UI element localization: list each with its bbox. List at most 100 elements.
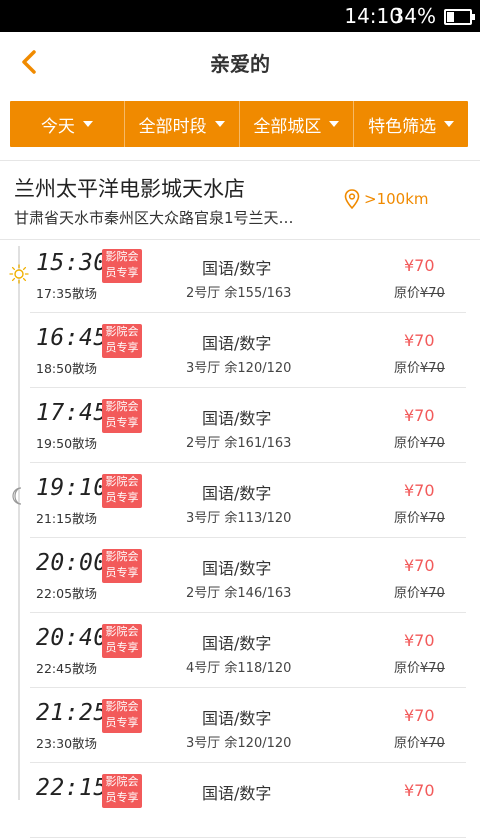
language-format: 国语/数字: [202, 259, 272, 278]
hall-seats: 3号厅 余120/120: [186, 736, 292, 751]
member-badge: 影院会员专享: [102, 249, 142, 283]
end-time: 22:45散场: [36, 661, 98, 676]
original-price-label: 原价: [394, 661, 421, 676]
filter-district[interactable]: 全部城区: [240, 101, 355, 147]
language-format: 国语/数字: [202, 484, 272, 503]
member-badge: 影院会员专享: [102, 549, 142, 583]
showtime-row[interactable]: 22:15 影院会员专享 国语/数字 ¥70: [30, 763, 466, 838]
cinema-name: 兰州太平洋电影城天水店: [14, 177, 245, 201]
caret-down-icon: [329, 121, 340, 127]
moon-icon: [11, 487, 27, 509]
showtime-row[interactable]: 16:45 18:50散场 影院会员专享 国语/数字 3号厅 余120/120 ¥70 原价…: [30, 313, 466, 388]
battery-icon: [444, 9, 475, 25]
location-pin-icon: [344, 189, 360, 209]
filter-timeslot[interactable]: 全部时段: [125, 101, 240, 147]
start-time: 19:10: [36, 475, 108, 501]
price: ¥70: [404, 706, 435, 725]
end-time: 21:15散场: [36, 511, 98, 526]
member-badge: 影院会员专享: [102, 774, 142, 808]
start-time: 20:40: [36, 625, 108, 651]
start-time: 20:00: [36, 550, 108, 576]
start-time: 21:25: [36, 700, 108, 726]
distance-text: >100km: [364, 190, 429, 208]
price: ¥70: [404, 406, 435, 425]
original-price: 原价¥70: [394, 282, 445, 301]
end-time: 22:05散场: [36, 586, 98, 601]
hall-seats: 2号厅 余155/163: [186, 286, 292, 301]
original-price-value: ¥70: [420, 361, 445, 376]
end-time: 23:30散场: [36, 736, 98, 751]
page-title: 亲爱的: [210, 52, 270, 76]
start-time: 17:45: [36, 400, 108, 426]
filter-district-label: 全部城区: [253, 116, 322, 137]
showtime-row[interactable]: 15:30 17:35散场 影院会员专享 国语/数字 2号厅 余155/163 ¥70 原价…: [30, 238, 466, 313]
original-price-value: ¥70: [420, 511, 445, 526]
member-badge: 影院会员专享: [102, 474, 142, 508]
showtime-row[interactable]: 21:25 23:30散场 影院会员专享 国语/数字 3号厅 余120/120 ¥70 原价…: [30, 688, 466, 763]
price: ¥70: [404, 631, 435, 650]
member-badge: 影院会员专享: [102, 624, 142, 658]
battery-percent: 34%: [391, 4, 436, 28]
original-price: 原价¥70: [394, 432, 445, 451]
start-time: 15:30: [36, 250, 108, 276]
cinema-info[interactable]: 兰州太平洋电影城天水店 甘肃省天水市秦州区大众路官泉1号兰天… >100km: [0, 160, 480, 240]
showtime-row[interactable]: 20:00 22:05散场 影院会员专享 国语/数字 2号厅 余146/163 ¥70 原价…: [30, 538, 466, 613]
filter-feature-label: 特色筛选: [368, 116, 437, 137]
cinema-address: 甘肃省天水市秦州区大众路官泉1号兰天…: [14, 209, 294, 227]
status-bar: 14:10 34%: [0, 0, 480, 32]
start-time: 22:15: [36, 775, 108, 801]
original-price: 原价¥70: [394, 507, 445, 526]
member-badge: 影院会员专享: [102, 699, 142, 733]
original-price-label: 原价: [394, 511, 421, 526]
price: ¥70: [404, 481, 435, 500]
filter-timeslot-label: 全部时段: [138, 116, 207, 137]
language-format: 国语/数字: [202, 334, 272, 353]
member-badge: 影院会员专享: [102, 399, 142, 433]
filter-bar: 今天 全部时段 全部城区 特色筛选: [10, 101, 468, 147]
language-format: 国语/数字: [202, 634, 272, 653]
original-price-value: ¥70: [420, 736, 445, 751]
hall-seats: 4号厅 余118/120: [186, 661, 292, 676]
showtime-row[interactable]: 19:10 21:15散场 影院会员专享 国语/数字 3号厅 余113/120 ¥70 原价…: [30, 463, 466, 538]
showtime-row[interactable]: 17:45 19:50散场 影院会员专享 国语/数字 2号厅 余161/163 ¥70 原价…: [30, 388, 466, 463]
original-price-value: ¥70: [420, 436, 445, 451]
cinema-distance: >100km: [344, 189, 429, 209]
original-price-label: 原价: [394, 586, 421, 601]
filter-date-label: 今天: [40, 116, 75, 137]
language-format: 国语/数字: [202, 709, 272, 728]
filter-feature[interactable]: 特色筛选: [354, 101, 468, 147]
original-price-label: 原价: [394, 361, 421, 376]
price: ¥70: [404, 556, 435, 575]
original-price: 原价¥70: [394, 357, 445, 376]
hall-seats: 3号厅 余120/120: [186, 361, 292, 376]
start-time: 16:45: [36, 325, 108, 351]
original-price-value: ¥70: [420, 586, 445, 601]
original-price-label: 原价: [394, 736, 421, 751]
language-format: 国语/数字: [202, 559, 272, 578]
hall-seats: 2号厅 余146/163: [186, 586, 292, 601]
price: ¥70: [404, 781, 435, 800]
price: ¥70: [404, 331, 435, 350]
original-price-label: 原价: [394, 436, 421, 451]
hall-seats: 3号厅 余113/120: [186, 511, 292, 526]
title-bar: 亲爱的: [0, 32, 480, 92]
price: ¥70: [404, 256, 435, 275]
original-price: 原价¥70: [394, 732, 445, 751]
original-price-value: ¥70: [420, 661, 445, 676]
end-time: 18:50散场: [36, 361, 98, 376]
original-price: 原价¥70: [394, 582, 445, 601]
original-price-label: 原价: [394, 286, 421, 301]
end-time: 19:50散场: [36, 436, 98, 451]
filter-date[interactable]: 今天: [10, 101, 125, 147]
original-price-value: ¥70: [420, 286, 445, 301]
showtime-list: 15:30 17:35散场 影院会员专享 国语/数字 2号厅 余155/163 ¥70 原价…: [30, 238, 466, 838]
member-badge: 影院会员专享: [102, 324, 142, 358]
end-time: 17:35散场: [36, 286, 98, 301]
showtime-row[interactable]: 20:40 22:45散场 影院会员专享 国语/数字 4号厅 余118/120 ¥70 原价…: [30, 613, 466, 688]
original-price: 原价¥70: [394, 657, 445, 676]
timeline-line: [18, 246, 20, 800]
language-format: 国语/数字: [202, 784, 272, 803]
caret-down-icon: [444, 121, 455, 127]
caret-down-icon: [82, 121, 93, 127]
caret-down-icon: [214, 121, 225, 127]
